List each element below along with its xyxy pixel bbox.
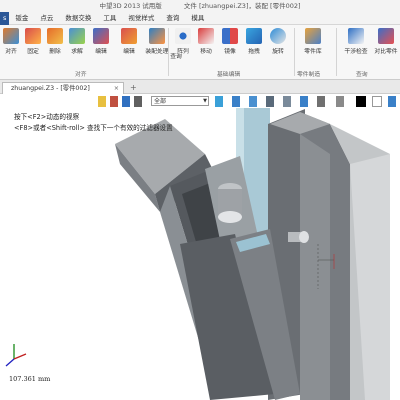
- delete-icon: [47, 28, 63, 44]
- menu-tab-mold[interactable]: 模具: [185, 12, 210, 25]
- shading-icon[interactable]: [266, 96, 274, 107]
- mirror-button[interactable]: 镜像: [219, 28, 241, 55]
- edit-button[interactable]: 编辑: [90, 28, 112, 55]
- document-tab[interactable]: zhuangpei.Z3 - [零件002] ×: [2, 82, 124, 94]
- rotate-icon: [270, 28, 286, 44]
- wireframe-icon[interactable]: [283, 96, 291, 107]
- render-icon[interactable]: [388, 96, 396, 107]
- title-bar: 中望3D 2013 试用版 文件 [zhuangpei.Z3]，装配 [零件00…: [0, 0, 400, 12]
- document-tab-bar: zhuangpei.Z3 - [零件002] × +: [0, 80, 400, 94]
- compare-part-icon: [378, 28, 394, 44]
- ribbon: 对齐 固定 删除 求解 编辑 编辑 装配处理 查询 阵列 移动 镜像 拖拽 旋转…: [0, 25, 400, 80]
- menu-tab-sheetmetal[interactable]: 钣金: [9, 12, 34, 25]
- status-readout: 107.361 mm: [9, 375, 51, 383]
- interference-check-icon: [348, 28, 364, 44]
- model-scene[interactable]: [0, 94, 400, 400]
- group-label-part-mfg: 零件制造: [297, 72, 321, 78]
- view-cube-icon[interactable]: [215, 96, 223, 107]
- color-swatch-white[interactable]: [372, 96, 382, 107]
- solve-button[interactable]: 求解: [66, 28, 88, 55]
- viewport[interactable]: 全部 ▼ 按下<F2>动态的视察 <F8>或者<Shift-roll> 查找下一…: [0, 94, 400, 400]
- mirror-icon: [222, 28, 238, 44]
- new-tab-button[interactable]: +: [130, 83, 137, 92]
- fix-icon: [25, 28, 41, 44]
- app-title: 中望3D 2013 试用版: [99, 2, 162, 10]
- group-label-align: 对齐: [75, 72, 87, 78]
- hint-line-2: <F8>或者<Shift-roll> 查找下一个有效的过滤器设置: [14, 124, 173, 132]
- file-title: 文件 [zhuangpei.Z3]，装配 [零件002]: [183, 2, 301, 10]
- move-button[interactable]: 移动: [195, 28, 217, 55]
- menu-tab-tools[interactable]: 工具: [97, 12, 122, 25]
- color-swatch[interactable]: [356, 96, 366, 107]
- menu-bar: s 钣金 点云 数据交换 工具 视觉样式 查询 模具: [0, 11, 400, 25]
- line-style-icon[interactable]: [336, 96, 344, 107]
- edit2-icon: [121, 28, 137, 44]
- view-iso-icon[interactable]: [249, 96, 257, 107]
- filter-select[interactable]: 全部 ▼: [151, 96, 209, 106]
- part-library-button[interactable]: 零件库: [302, 28, 324, 55]
- right-plate-front[interactable]: [300, 112, 330, 400]
- drag-button[interactable]: 拖拽: [243, 28, 265, 55]
- hint-line-1: 按下<F2>动态的视察: [14, 113, 80, 121]
- section-icon[interactable]: [300, 96, 308, 107]
- document-tab-label: zhuangpei.Z3 - [零件002]: [11, 85, 90, 92]
- assembly-process-button[interactable]: [118, 45, 140, 47]
- edit-icon: [93, 28, 109, 44]
- close-icon[interactable]: ×: [114, 83, 119, 94]
- align-icon: [3, 28, 19, 44]
- menu-tab-query[interactable]: 查询: [160, 12, 185, 25]
- compare-part-button[interactable]: 对比零件: [374, 28, 398, 55]
- group-label-basic-edit: 基础编辑: [217, 72, 241, 78]
- select-icon[interactable]: [122, 96, 130, 107]
- drag-icon: [246, 28, 262, 44]
- menu-tab-pointcloud[interactable]: 点云: [34, 12, 59, 25]
- menu-tab-visual-style[interactable]: 视觉样式: [122, 12, 160, 25]
- assembly-process-icon: [149, 28, 165, 44]
- interference-check-button[interactable]: 干涉检查: [344, 28, 368, 55]
- rotate-button[interactable]: 旋转: [267, 28, 289, 55]
- move-icon: [198, 28, 214, 44]
- part-library-icon: [305, 28, 321, 44]
- filter-icon[interactable]: [98, 96, 106, 107]
- group-label-query: 查询: [356, 72, 368, 78]
- view-front-icon[interactable]: [232, 96, 240, 107]
- ribbon-separator: [294, 28, 295, 76]
- snap-icon[interactable]: [134, 96, 142, 107]
- pick-icon[interactable]: [110, 96, 118, 107]
- menu-tab-data-exchange[interactable]: 数据交换: [59, 12, 97, 25]
- layer-icon[interactable]: [317, 96, 325, 107]
- chevron-down-icon: ▼: [203, 98, 207, 104]
- solve-icon: [69, 28, 85, 44]
- ribbon-separator: [336, 28, 337, 76]
- pattern-icon: [175, 28, 191, 44]
- menu-tab-s[interactable]: s: [0, 11, 10, 25]
- edit2-button[interactable]: 编辑: [118, 28, 140, 55]
